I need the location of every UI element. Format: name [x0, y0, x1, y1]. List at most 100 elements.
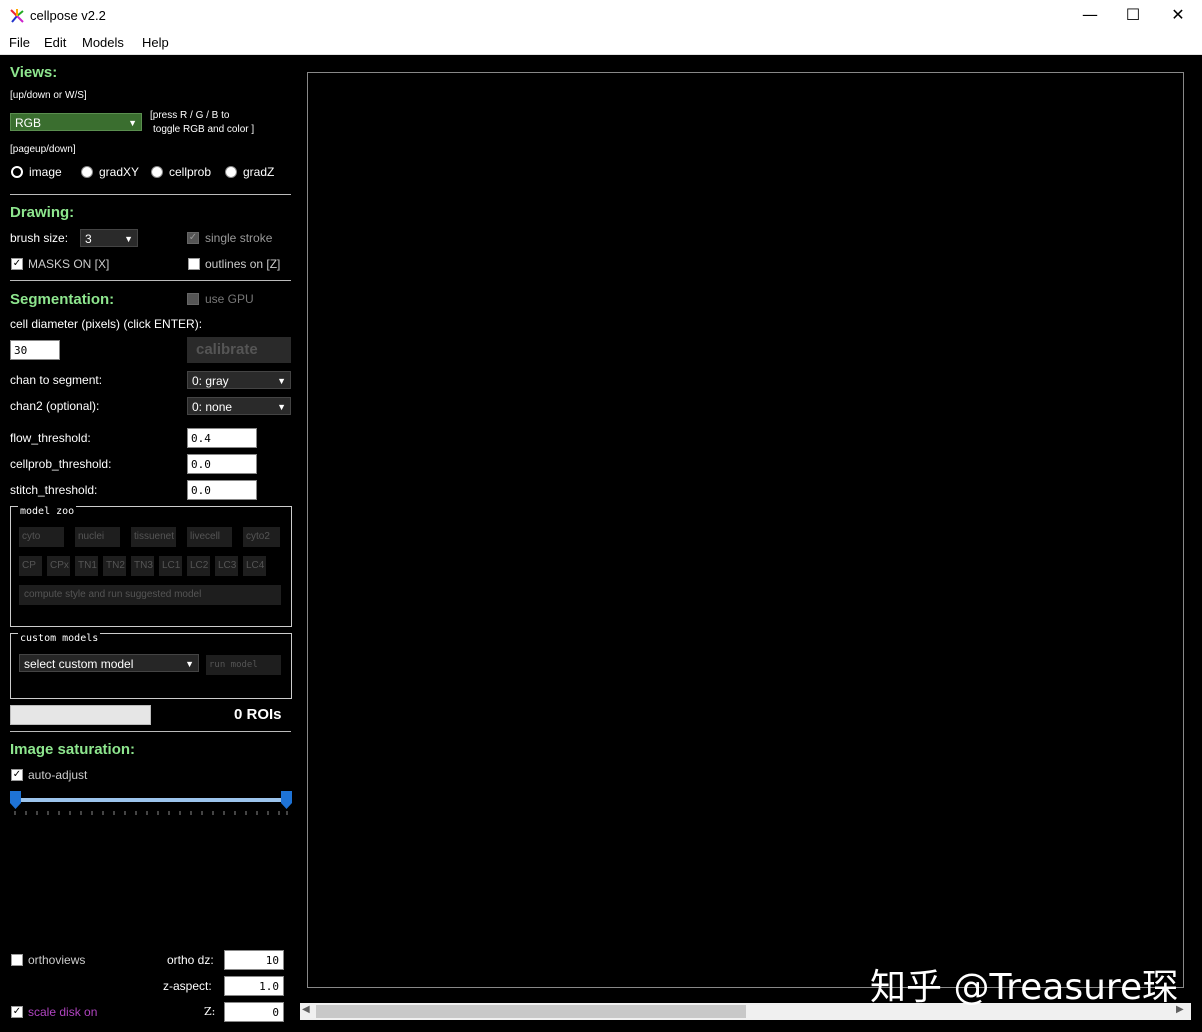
- orthoviews-checkbox[interactable]: [11, 954, 23, 966]
- run-model-button[interactable]: run model: [206, 655, 281, 675]
- model-zoo-title: model zoo: [18, 506, 77, 517]
- ortho-dz-label: ortho dz:: [167, 953, 214, 967]
- cellprob-threshold-input[interactable]: 0.0: [187, 454, 257, 474]
- views-hint-pageupdown: [pageup/down]: [10, 144, 76, 155]
- stitch-threshold-label: stitch_threshold:: [10, 483, 98, 497]
- single-stroke-checkbox[interactable]: ✓: [187, 232, 199, 244]
- minimize-button[interactable]: —: [1067, 0, 1113, 32]
- divider: [10, 731, 291, 732]
- stitch-threshold-input[interactable]: 0.0: [187, 480, 257, 500]
- divider: [10, 194, 291, 195]
- model-tissuenet-button[interactable]: tissuenet: [131, 527, 176, 547]
- z-label: Z:: [204, 1005, 216, 1018]
- divider: [10, 280, 291, 281]
- radio-gradz[interactable]: [225, 166, 237, 178]
- outlines-on-label: outlines on [Z]: [205, 257, 281, 271]
- saturation-header: Image saturation:: [10, 741, 136, 758]
- ortho-dz-input[interactable]: 10: [224, 950, 284, 970]
- watermark: 知乎 @Treasure琛: [870, 967, 1179, 1008]
- model-tn1-button[interactable]: TN1: [75, 556, 98, 576]
- brush-size-dropdown[interactable]: 3 ▼: [80, 229, 138, 247]
- model-cpx-button[interactable]: CPx: [47, 556, 70, 576]
- scale-disk-checkbox[interactable]: ✓: [11, 1006, 23, 1018]
- radio-gradxy-label: gradXY: [99, 165, 140, 179]
- model-lc3-button[interactable]: LC3: [215, 556, 238, 576]
- menu-models[interactable]: Models: [82, 35, 124, 50]
- slider-low-handle[interactable]: [10, 791, 21, 809]
- chevron-down-icon: ▼: [124, 234, 133, 244]
- roi-count: 0 ROIs: [234, 706, 282, 723]
- z-input[interactable]: 0: [224, 1002, 284, 1022]
- z-aspect-label: z-aspect:: [163, 979, 212, 993]
- chan-label: chan to segment:: [10, 373, 103, 387]
- radio-cellprob[interactable]: [151, 166, 163, 178]
- brush-size-value: 3: [85, 232, 92, 246]
- cellpose-logo-icon: [10, 9, 24, 23]
- chan-value: 0: gray: [192, 374, 229, 388]
- chevron-down-icon: ▼: [277, 402, 286, 412]
- custom-models-title: custom models: [18, 633, 101, 644]
- arrow-left-icon[interactable]: ◀: [302, 1004, 310, 1015]
- chan2-value: 0: none: [192, 400, 233, 414]
- cellprob-threshold-label: cellprob_threshold:: [10, 457, 112, 471]
- model-lc1-button[interactable]: LC1: [159, 556, 182, 576]
- color-mode-value: RGB: [15, 116, 42, 130]
- outlines-on-checkbox[interactable]: [188, 258, 200, 270]
- views-header: Views:: [10, 64, 58, 81]
- menu-help[interactable]: Help: [142, 35, 169, 50]
- diameter-label: cell diameter (pixels) (click ENTER):: [10, 317, 203, 331]
- model-cyto-button[interactable]: cyto: [19, 527, 64, 547]
- use-gpu-checkbox[interactable]: [187, 293, 199, 305]
- radio-image-label: image: [29, 165, 62, 179]
- calibrate-button[interactable]: calibrate: [187, 337, 291, 363]
- chan2-dropdown[interactable]: 0: none ▼: [187, 397, 291, 415]
- use-gpu-label: use GPU: [205, 292, 254, 306]
- slider-ticks: [14, 811, 288, 815]
- close-button[interactable]: ✕: [1155, 0, 1201, 32]
- custom-model-dropdown[interactable]: select custom model ▼: [19, 654, 199, 672]
- brush-size-label: brush size:: [10, 231, 69, 245]
- model-livecell-button[interactable]: livecell: [187, 527, 232, 547]
- model-tn2-button[interactable]: TN2: [103, 556, 126, 576]
- model-lc4-button[interactable]: LC4: [243, 556, 266, 576]
- radio-image[interactable]: [11, 166, 23, 178]
- color-mode-dropdown[interactable]: RGB ▼: [10, 113, 142, 131]
- radio-cellprob-label: cellprob: [169, 165, 212, 179]
- menu-bar: File Edit Models Help: [0, 32, 1202, 55]
- auto-adjust-checkbox[interactable]: ✓: [11, 769, 23, 781]
- scrollbar-thumb[interactable]: [316, 1005, 746, 1018]
- radio-gradz-label: gradZ: [243, 165, 275, 179]
- maximize-button[interactable]: ☐: [1110, 0, 1156, 32]
- model-cyto2-button[interactable]: cyto2: [243, 527, 280, 547]
- menu-edit[interactable]: Edit: [44, 35, 66, 50]
- diameter-input[interactable]: 30: [10, 340, 60, 360]
- saturation-slider[interactable]: [8, 789, 294, 819]
- image-canvas[interactable]: [307, 72, 1184, 988]
- z-aspect-input[interactable]: 1.0: [224, 976, 284, 996]
- menu-file[interactable]: File: [9, 35, 30, 50]
- slider-high-handle[interactable]: [281, 791, 292, 809]
- auto-adjust-label: auto-adjust: [28, 768, 88, 782]
- custom-model-value: select custom model: [24, 657, 134, 671]
- chan2-label: chan2 (optional):: [10, 399, 100, 413]
- single-stroke-label: single stroke: [205, 231, 273, 245]
- title-bar: cellpose v2.2 — ☐ ✕: [0, 0, 1202, 32]
- chan-dropdown[interactable]: 0: gray ▼: [187, 371, 291, 389]
- model-nuclei-button[interactable]: nuclei: [75, 527, 120, 547]
- flow-threshold-label: flow_threshold:: [10, 431, 91, 445]
- color-hint-line1: [press R / G / B to: [150, 110, 230, 121]
- compute-style-button[interactable]: compute style and run suggested model: [19, 585, 281, 605]
- radio-gradxy[interactable]: [81, 166, 93, 178]
- progress-bar: [10, 705, 151, 725]
- model-tn3-button[interactable]: TN3: [131, 556, 154, 576]
- masks-on-checkbox[interactable]: ✓: [11, 258, 23, 270]
- masks-on-label: MASKS ON [X]: [28, 257, 110, 271]
- flow-threshold-input[interactable]: 0.4: [187, 428, 257, 448]
- segmentation-header: Segmentation:: [10, 291, 115, 308]
- chevron-down-icon: ▼: [128, 118, 137, 128]
- model-cp-button[interactable]: CP: [19, 556, 42, 576]
- drawing-header: Drawing:: [10, 204, 75, 221]
- slider-track: [15, 798, 287, 802]
- views-hint-updown: [up/down or W/S]: [10, 90, 87, 101]
- model-lc2-button[interactable]: LC2: [187, 556, 210, 576]
